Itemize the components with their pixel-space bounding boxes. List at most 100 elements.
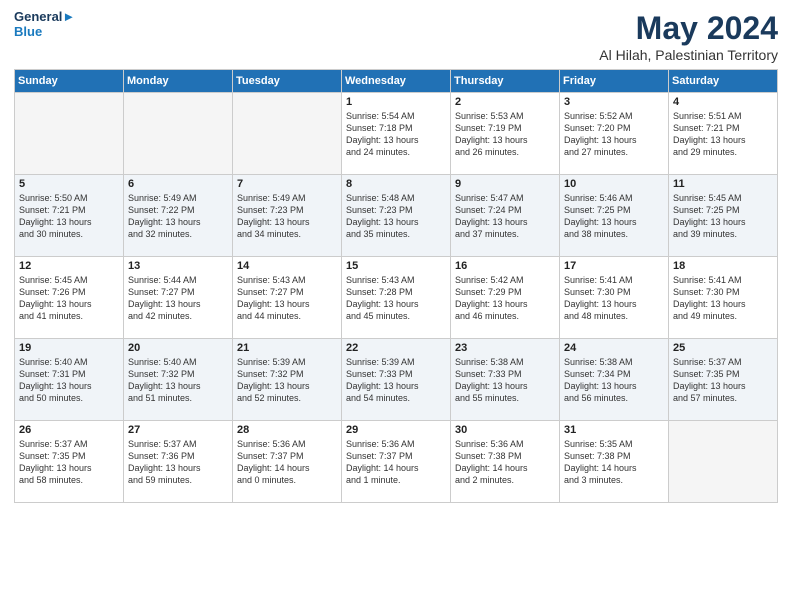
day-number: 12 bbox=[19, 260, 119, 272]
cell-details: Sunrise: 5:38 AMSunset: 7:34 PMDaylight:… bbox=[564, 356, 664, 405]
day-number: 24 bbox=[564, 342, 664, 354]
calendar-cell: 3 Sunrise: 5:52 AMSunset: 7:20 PMDaylight… bbox=[560, 93, 669, 175]
cell-details: Sunrise: 5:42 AMSunset: 7:29 PMDaylight:… bbox=[455, 274, 555, 323]
calendar-cell bbox=[124, 93, 233, 175]
cell-details: Sunrise: 5:36 AMSunset: 7:37 PMDaylight:… bbox=[237, 438, 337, 487]
cell-details: Sunrise: 5:43 AMSunset: 7:27 PMDaylight:… bbox=[237, 274, 337, 323]
cell-details: Sunrise: 5:39 AMSunset: 7:33 PMDaylight:… bbox=[346, 356, 446, 405]
cell-details: Sunrise: 5:47 AMSunset: 7:24 PMDaylight:… bbox=[455, 192, 555, 241]
day-number: 3 bbox=[564, 96, 664, 108]
cell-details: Sunrise: 5:44 AMSunset: 7:27 PMDaylight:… bbox=[128, 274, 228, 323]
day-number: 1 bbox=[346, 96, 446, 108]
cell-details: Sunrise: 5:35 AMSunset: 7:38 PMDaylight:… bbox=[564, 438, 664, 487]
calendar-page: General► Blue May 2024 Al Hilah, Palesti… bbox=[0, 0, 792, 612]
logo: General► Blue bbox=[14, 10, 75, 40]
cell-details: Sunrise: 5:53 AMSunset: 7:19 PMDaylight:… bbox=[455, 110, 555, 159]
cell-details: Sunrise: 5:51 AMSunset: 7:21 PMDaylight:… bbox=[673, 110, 773, 159]
day-number: 18 bbox=[673, 260, 773, 272]
calendar-cell: 25 Sunrise: 5:37 AMSunset: 7:35 PMDayligh… bbox=[669, 339, 778, 421]
col-header-saturday: Saturday bbox=[669, 70, 778, 93]
calendar-cell: 12Sunrise: 5:45 AMSunset: 7:26 PMDayligh… bbox=[15, 257, 124, 339]
title-block: May 2024 Al Hilah, Palestinian Territory bbox=[599, 10, 778, 63]
calendar-header-row: SundayMondayTuesdayWednesdayThursdayFrid… bbox=[15, 70, 778, 93]
day-number: 11 bbox=[673, 178, 773, 190]
cell-details: Sunrise: 5:49 AMSunset: 7:22 PMDaylight:… bbox=[128, 192, 228, 241]
calendar-cell: 21Sunrise: 5:39 AMSunset: 7:32 PMDayligh… bbox=[233, 339, 342, 421]
page-header: General► Blue May 2024 Al Hilah, Palesti… bbox=[14, 10, 778, 63]
calendar-cell: 9 Sunrise: 5:47 AMSunset: 7:24 PMDaylight… bbox=[451, 175, 560, 257]
calendar-week-row: 12Sunrise: 5:45 AMSunset: 7:26 PMDayligh… bbox=[15, 257, 778, 339]
cell-details: Sunrise: 5:52 AMSunset: 7:20 PMDaylight:… bbox=[564, 110, 664, 159]
day-number: 25 bbox=[673, 342, 773, 354]
calendar-cell: 7 Sunrise: 5:49 AMSunset: 7:23 PMDaylight… bbox=[233, 175, 342, 257]
cell-details: Sunrise: 5:36 AMSunset: 7:38 PMDaylight:… bbox=[455, 438, 555, 487]
day-number: 27 bbox=[128, 424, 228, 436]
cell-details: Sunrise: 5:37 AMSunset: 7:36 PMDaylight:… bbox=[128, 438, 228, 487]
day-number: 16 bbox=[455, 260, 555, 272]
cell-details: Sunrise: 5:41 AMSunset: 7:30 PMDaylight:… bbox=[564, 274, 664, 323]
cell-details: Sunrise: 5:54 AMSunset: 7:18 PMDaylight:… bbox=[346, 110, 446, 159]
col-header-friday: Friday bbox=[560, 70, 669, 93]
day-number: 29 bbox=[346, 424, 446, 436]
col-header-sunday: Sunday bbox=[15, 70, 124, 93]
calendar-cell: 29 Sunrise: 5:36 AMSunset: 7:37 PMDayligh… bbox=[342, 421, 451, 503]
day-number: 4 bbox=[673, 96, 773, 108]
day-number: 9 bbox=[455, 178, 555, 190]
cell-details: Sunrise: 5:37 AMSunset: 7:35 PMDaylight:… bbox=[19, 438, 119, 487]
day-number: 19 bbox=[19, 342, 119, 354]
calendar-cell: 28 Sunrise: 5:36 AMSunset: 7:37 PMDayligh… bbox=[233, 421, 342, 503]
calendar-cell bbox=[669, 421, 778, 503]
calendar-cell: 5 Sunrise: 5:50 AMSunset: 7:21 PMDaylight… bbox=[15, 175, 124, 257]
calendar-week-row: 5 Sunrise: 5:50 AMSunset: 7:21 PMDaylight… bbox=[15, 175, 778, 257]
calendar-cell: 14 Sunrise: 5:43 AMSunset: 7:27 PMDayligh… bbox=[233, 257, 342, 339]
calendar-cell: 4 Sunrise: 5:51 AMSunset: 7:21 PMDaylight… bbox=[669, 93, 778, 175]
day-number: 28 bbox=[237, 424, 337, 436]
calendar-cell: 22 Sunrise: 5:39 AMSunset: 7:33 PMDayligh… bbox=[342, 339, 451, 421]
calendar-week-row: 1 Sunrise: 5:54 AMSunset: 7:18 PMDaylight… bbox=[15, 93, 778, 175]
day-number: 7 bbox=[237, 178, 337, 190]
col-header-thursday: Thursday bbox=[451, 70, 560, 93]
cell-details: Sunrise: 5:50 AMSunset: 7:21 PMDaylight:… bbox=[19, 192, 119, 241]
col-header-wednesday: Wednesday bbox=[342, 70, 451, 93]
day-number: 8 bbox=[346, 178, 446, 190]
calendar-week-row: 26 Sunrise: 5:37 AMSunset: 7:35 PMDayligh… bbox=[15, 421, 778, 503]
cell-details: Sunrise: 5:45 AMSunset: 7:25 PMDaylight:… bbox=[673, 192, 773, 241]
day-number: 31 bbox=[564, 424, 664, 436]
day-number: 20 bbox=[128, 342, 228, 354]
calendar-cell: 16 Sunrise: 5:42 AMSunset: 7:29 PMDayligh… bbox=[451, 257, 560, 339]
calendar-cell: 17 Sunrise: 5:41 AMSunset: 7:30 PMDayligh… bbox=[560, 257, 669, 339]
cell-details: Sunrise: 5:40 AMSunset: 7:32 PMDaylight:… bbox=[128, 356, 228, 405]
calendar-cell: 30Sunrise: 5:36 AMSunset: 7:38 PMDayligh… bbox=[451, 421, 560, 503]
day-number: 22 bbox=[346, 342, 446, 354]
calendar-cell: 27 Sunrise: 5:37 AMSunset: 7:36 PMDayligh… bbox=[124, 421, 233, 503]
day-number: 14 bbox=[237, 260, 337, 272]
calendar-week-row: 19 Sunrise: 5:40 AMSunset: 7:31 PMDayligh… bbox=[15, 339, 778, 421]
calendar-cell: 20 Sunrise: 5:40 AMSunset: 7:32 PMDayligh… bbox=[124, 339, 233, 421]
day-number: 17 bbox=[564, 260, 664, 272]
cell-details: Sunrise: 5:40 AMSunset: 7:31 PMDaylight:… bbox=[19, 356, 119, 405]
cell-details: Sunrise: 5:39 AMSunset: 7:32 PMDaylight:… bbox=[237, 356, 337, 405]
day-number: 13 bbox=[128, 260, 228, 272]
col-header-monday: Monday bbox=[124, 70, 233, 93]
calendar-cell bbox=[15, 93, 124, 175]
cell-details: Sunrise: 5:48 AMSunset: 7:23 PMDaylight:… bbox=[346, 192, 446, 241]
cell-details: Sunrise: 5:49 AMSunset: 7:23 PMDaylight:… bbox=[237, 192, 337, 241]
cell-details: Sunrise: 5:36 AMSunset: 7:37 PMDaylight:… bbox=[346, 438, 446, 487]
subtitle: Al Hilah, Palestinian Territory bbox=[599, 47, 778, 63]
day-number: 15 bbox=[346, 260, 446, 272]
calendar-cell: 23Sunrise: 5:38 AMSunset: 7:33 PMDayligh… bbox=[451, 339, 560, 421]
cell-details: Sunrise: 5:46 AMSunset: 7:25 PMDaylight:… bbox=[564, 192, 664, 241]
day-number: 6 bbox=[128, 178, 228, 190]
day-number: 10 bbox=[564, 178, 664, 190]
calendar-cell: 11 Sunrise: 5:45 AMSunset: 7:25 PMDayligh… bbox=[669, 175, 778, 257]
calendar-cell: 6 Sunrise: 5:49 AMSunset: 7:22 PMDaylight… bbox=[124, 175, 233, 257]
cell-details: Sunrise: 5:37 AMSunset: 7:35 PMDaylight:… bbox=[673, 356, 773, 405]
cell-details: Sunrise: 5:41 AMSunset: 7:30 PMDaylight:… bbox=[673, 274, 773, 323]
calendar-cell: 13 Sunrise: 5:44 AMSunset: 7:27 PMDayligh… bbox=[124, 257, 233, 339]
calendar-cell: 2Sunrise: 5:53 AMSunset: 7:19 PMDaylight… bbox=[451, 93, 560, 175]
calendar-table: SundayMondayTuesdayWednesdayThursdayFrid… bbox=[14, 69, 778, 503]
day-number: 26 bbox=[19, 424, 119, 436]
calendar-cell: 1 Sunrise: 5:54 AMSunset: 7:18 PMDaylight… bbox=[342, 93, 451, 175]
calendar-cell: 31 Sunrise: 5:35 AMSunset: 7:38 PMDayligh… bbox=[560, 421, 669, 503]
day-number: 5 bbox=[19, 178, 119, 190]
